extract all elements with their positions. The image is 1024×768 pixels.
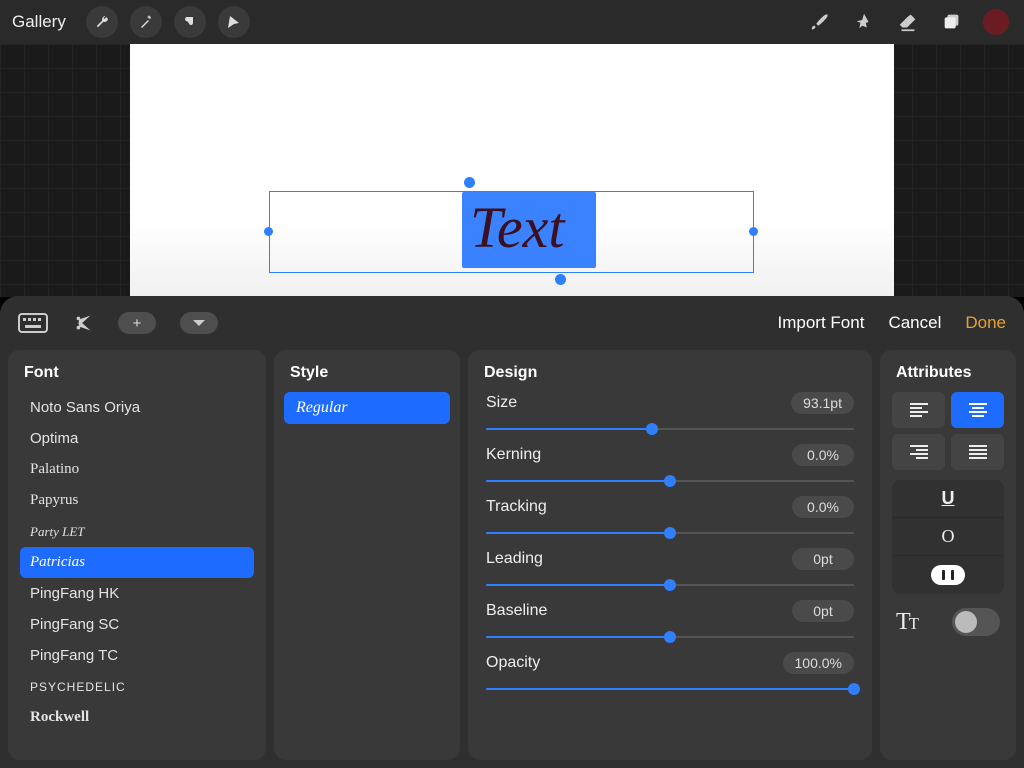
font-item[interactable]: Palatino xyxy=(20,454,254,485)
design-leading-slider[interactable] xyxy=(486,576,854,594)
font-item[interactable]: PingFang SC xyxy=(20,609,254,640)
underline-button[interactable]: U xyxy=(892,480,1004,518)
canvas-text[interactable]: Text xyxy=(470,194,565,261)
style-item[interactable]: Regular xyxy=(284,392,450,424)
alignment-grid xyxy=(892,392,1004,470)
design-baseline-row: Baseline 0pt xyxy=(486,600,854,646)
color-swatch[interactable] xyxy=(980,6,1012,38)
style-column: Style Regular xyxy=(274,350,460,760)
outline-button[interactable]: O xyxy=(892,518,1004,556)
layers-icon[interactable] xyxy=(936,6,968,38)
gallery-button[interactable]: Gallery xyxy=(12,12,66,32)
import-font-button[interactable]: Import Font xyxy=(778,313,865,333)
style-list: Regular xyxy=(280,392,454,424)
align-justify-button[interactable] xyxy=(951,434,1004,470)
attributes-heading: Attributes xyxy=(886,364,1010,392)
design-kerning-label: Kerning xyxy=(486,446,541,464)
font-item[interactable]: Rockwell xyxy=(20,702,254,733)
font-heading: Font xyxy=(14,364,260,392)
font-list[interactable]: Noto Sans OriyaOptimaPalatinoPapyrusPart… xyxy=(14,392,260,752)
design-kerning-value[interactable]: 0.0% xyxy=(792,444,854,466)
align-center-button[interactable] xyxy=(951,392,1004,428)
handle-left[interactable] xyxy=(264,227,273,236)
scissors-icon[interactable] xyxy=(72,312,94,334)
style-heading: Style xyxy=(280,364,454,392)
move-icon[interactable] xyxy=(218,6,250,38)
attributes-column: Attributes U xyxy=(880,350,1016,760)
font-item[interactable]: Papyrus xyxy=(20,485,254,516)
style-dropdown[interactable] xyxy=(180,312,218,334)
handle-right[interactable] xyxy=(749,227,758,236)
smudge-icon[interactable] xyxy=(848,6,880,38)
design-leading-label: Leading xyxy=(486,550,543,568)
done-button[interactable]: Done xyxy=(965,313,1006,333)
eraser-icon[interactable] xyxy=(892,6,924,38)
wrench-icon[interactable] xyxy=(86,6,118,38)
capitals-toggle[interactable] xyxy=(952,608,1000,636)
brush-icon[interactable] xyxy=(804,6,836,38)
font-item[interactable]: Party LET xyxy=(20,516,254,547)
design-kerning-row: Kerning 0.0% xyxy=(486,444,854,490)
design-heading: Design xyxy=(474,364,866,392)
design-opacity-slider[interactable] xyxy=(486,680,854,698)
canvas-workspace: Text xyxy=(0,44,1024,297)
add-button[interactable]: + xyxy=(118,312,156,334)
design-opacity-row: Opacity 100.0% xyxy=(486,652,854,698)
design-tracking-slider[interactable] xyxy=(486,524,854,542)
panel-toolbar: + Import Font Cancel Done xyxy=(0,296,1024,350)
design-baseline-label: Baseline xyxy=(486,602,547,620)
design-size-slider[interactable] xyxy=(486,420,854,438)
font-item[interactable]: Optima xyxy=(20,423,254,454)
design-size-label: Size xyxy=(486,394,517,412)
capitals-icon: TT xyxy=(896,609,917,636)
text-effects-segment: U O xyxy=(892,480,1004,594)
wand-icon[interactable] xyxy=(130,6,162,38)
design-opacity-value[interactable]: 100.0% xyxy=(783,652,854,674)
font-item[interactable]: PingFang HK xyxy=(20,578,254,609)
top-toolbar: Gallery xyxy=(0,0,1024,44)
align-left-button[interactable] xyxy=(892,392,945,428)
font-item[interactable]: Patricias xyxy=(20,547,254,578)
keyboard-icon[interactable] xyxy=(18,313,48,333)
font-item[interactable]: Noto Sans Oriya xyxy=(20,392,254,423)
font-column: Font Noto Sans OriyaOptimaPalatinoPapyru… xyxy=(8,350,266,760)
design-opacity-label: Opacity xyxy=(486,654,540,672)
design-baseline-slider[interactable] xyxy=(486,628,854,646)
design-leading-value[interactable]: 0pt xyxy=(792,548,854,570)
design-kerning-slider[interactable] xyxy=(486,472,854,490)
selection-icon[interactable] xyxy=(174,6,206,38)
design-size-value[interactable]: 93.1pt xyxy=(791,392,854,414)
cancel-button[interactable]: Cancel xyxy=(888,313,941,333)
font-item[interactable]: PSYCHEDELIC xyxy=(20,671,254,702)
design-leading-row: Leading 0pt xyxy=(486,548,854,594)
design-tracking-row: Tracking 0.0% xyxy=(486,496,854,542)
text-editor-panel: + Import Font Cancel Done Font Noto Sans… xyxy=(0,296,1024,768)
vertical-text-button[interactable] xyxy=(892,556,1004,594)
align-right-button[interactable] xyxy=(892,434,945,470)
handle-bottom[interactable] xyxy=(555,274,566,285)
design-tracking-label: Tracking xyxy=(486,498,547,516)
design-baseline-value[interactable]: 0pt xyxy=(792,600,854,622)
handle-top[interactable] xyxy=(464,177,475,188)
design-size-row: Size 93.1pt xyxy=(486,392,854,438)
font-item[interactable]: PingFang TC xyxy=(20,640,254,671)
design-column: Design Size 93.1pt Kerning 0.0% Tracking 0.0%… xyxy=(468,350,872,760)
design-tracking-value[interactable]: 0.0% xyxy=(792,496,854,518)
